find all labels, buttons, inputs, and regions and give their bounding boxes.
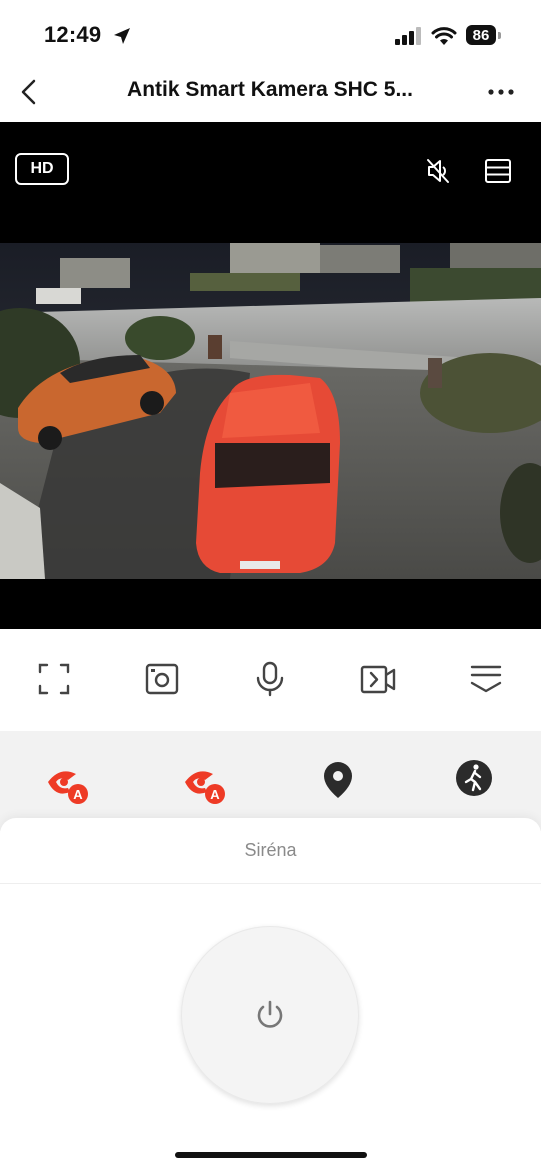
siren-panel-title: Siréna [244, 840, 297, 860]
location-pin-icon[interactable] [316, 758, 360, 806]
screenshot-icon[interactable] [144, 660, 180, 698]
power-icon [257, 1000, 283, 1028]
view-layout-icon[interactable] [483, 156, 513, 186]
siren-power-button[interactable] [181, 926, 359, 1104]
panel-divider [0, 883, 541, 884]
collapse-menu-icon[interactable] [468, 660, 504, 698]
auto-patrol-icon[interactable]: A [183, 758, 227, 806]
record-video-icon[interactable] [360, 660, 396, 698]
camera-footage-image [0, 243, 541, 579]
battery-level: 86 [466, 25, 496, 45]
microphone-icon[interactable] [252, 660, 288, 698]
status-time: 12:49 [44, 22, 102, 47]
video-quality-button[interactable]: HD [15, 153, 69, 185]
auto-tracking-icon[interactable]: A [46, 758, 90, 806]
fullscreen-icon[interactable] [36, 660, 72, 698]
back-chevron-icon[interactable] [16, 78, 44, 106]
location-arrow-icon [114, 28, 130, 44]
more-options-icon[interactable] [486, 82, 516, 102]
wifi-icon [431, 27, 457, 45]
svg-text:A: A [210, 787, 220, 802]
battery-indicator: 86 [466, 25, 502, 47]
page-title: Antik Smart Kamera SHC 5... [127, 78, 413, 101]
cellular-signal-icon [395, 27, 421, 45]
home-indicator [175, 1152, 367, 1158]
svg-text:A: A [73, 787, 83, 802]
speaker-muted-icon[interactable] [423, 156, 453, 186]
motion-detection-icon[interactable] [452, 758, 496, 806]
